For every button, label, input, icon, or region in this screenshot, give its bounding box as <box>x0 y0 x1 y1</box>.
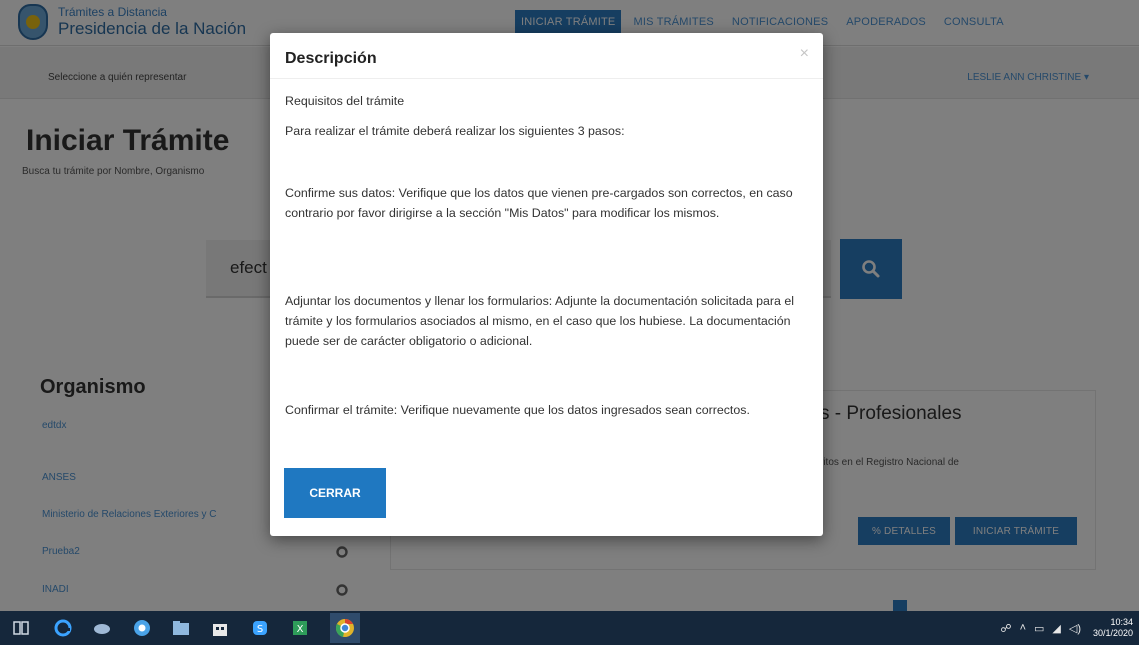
description-modal: Descripción × Requisitos del trámite Par… <box>270 33 823 536</box>
battery-icon[interactable]: ▭ <box>1034 622 1044 635</box>
edge-icon[interactable] <box>54 619 72 637</box>
step-attach-documents: Adjuntar los documentos y llenar los for… <box>285 294 794 348</box>
store-icon[interactable] <box>211 619 229 637</box>
clock-date: 30/1/2020 <box>1092 628 1133 638</box>
excel-icon[interactable]: X <box>291 619 309 637</box>
chrome-app-icon[interactable] <box>133 619 151 637</box>
modal-title: Descripción <box>285 50 377 67</box>
requirements-heading: Requisitos del trámite <box>285 94 405 108</box>
volume-icon[interactable]: ◁) <box>1069 622 1081 635</box>
paint-icon[interactable] <box>93 619 111 637</box>
cerrar-button[interactable]: CERRAR <box>284 468 386 518</box>
clock-time: 10:34 <box>1110 617 1133 627</box>
step-confirm-data: Confirme sus datos: Verifique que los da… <box>285 186 793 220</box>
requirements-intro: Para realizar el trámite deberá realizar… <box>285 124 625 138</box>
close-icon[interactable]: × <box>800 45 809 63</box>
modal-divider <box>270 78 823 79</box>
clock[interactable]: 10:34 30/1/2020 <box>1089 617 1133 639</box>
skype-icon[interactable]: S <box>251 619 269 637</box>
system-tray: ☍ ˄ ▭ ◢ ◁) 10:34 30/1/2020 <box>1000 611 1139 645</box>
svg-text:X: X <box>297 624 304 635</box>
file-explorer-icon[interactable] <box>172 619 190 637</box>
svg-text:S: S <box>257 624 263 635</box>
chrome-icon[interactable] <box>330 613 360 643</box>
chevron-up-icon[interactable]: ˄ <box>1020 622 1026 634</box>
people-icon[interactable]: ☍ <box>1000 622 1011 635</box>
taskview-icon[interactable] <box>12 619 30 637</box>
network-icon[interactable]: ◢ <box>1052 622 1060 635</box>
step-confirm-tramite: Confirmar el trámite: Verifique nuevamen… <box>285 403 750 417</box>
windows-taskbar: S X ☍ ˄ ▭ ◢ ◁) 10:34 30/1/2020 <box>0 611 1139 645</box>
